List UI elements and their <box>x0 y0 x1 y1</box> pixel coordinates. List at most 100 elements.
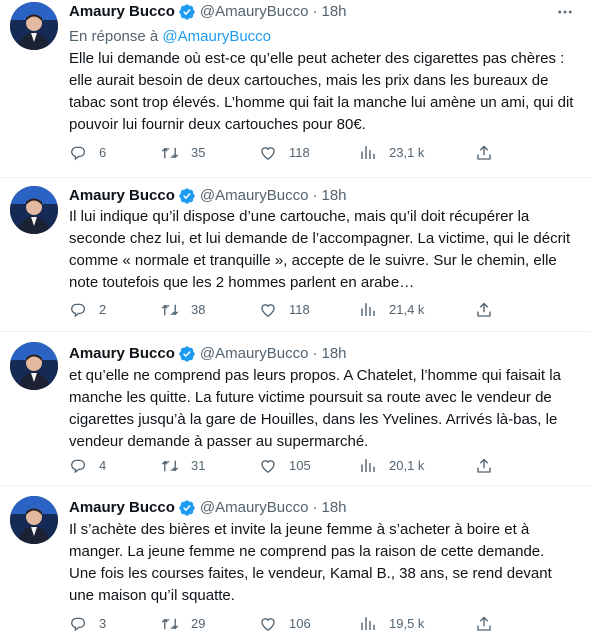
reply-button[interactable]: 3 <box>69 614 106 634</box>
author-name[interactable]: Amaury Bucco <box>69 2 175 22</box>
reply-count: 3 <box>99 616 107 631</box>
avatar[interactable] <box>10 342 58 390</box>
reply-prefix: En réponse à <box>69 28 163 45</box>
avatar[interactable] <box>10 2 58 50</box>
views-count: 23,1 k <box>389 145 425 160</box>
separator-dot: · <box>312 3 318 20</box>
views-icon <box>361 617 375 630</box>
author-handle[interactable]: @AmauryBucco <box>200 344 309 364</box>
tweet-actions: 2 38 118 21,4 k <box>69 300 499 320</box>
tweet[interactable]: Amaury Bucco @AmauryBucco · 18h Il s’ach… <box>0 486 591 642</box>
verified-badge-icon <box>178 187 196 205</box>
author-handle[interactable]: @AmauryBucco <box>200 498 309 518</box>
views-button[interactable]: 20,1 k <box>359 456 424 476</box>
like-button[interactable]: 118 <box>259 143 310 163</box>
author-name[interactable]: Amaury Bucco <box>69 498 175 518</box>
reply-mention-link[interactable]: @AmauryBucco <box>162 28 271 45</box>
like-button[interactable]: 105 <box>259 456 311 476</box>
reply-button[interactable]: 6 <box>69 143 106 163</box>
avatar[interactable] <box>10 496 58 544</box>
tweet-text: Il s’achète des bières et invite la jeun… <box>69 521 552 604</box>
author-handle[interactable]: @AmauryBucco <box>200 186 309 206</box>
timestamp[interactable]: 18h <box>321 186 346 206</box>
tweet-header: Amaury Bucco @AmauryBucco · 18h <box>69 344 575 364</box>
share-icon <box>477 145 491 160</box>
like-count: 105 <box>289 458 311 473</box>
retweet-button[interactable]: 35 <box>161 143 205 163</box>
views-count: 19,5 k <box>389 616 425 631</box>
like-button[interactable]: 118 <box>259 300 310 320</box>
reply-button[interactable]: 4 <box>69 456 106 476</box>
reply-icon <box>71 146 86 161</box>
tweet-text: Il lui indique qu’il dispose d’une carto… <box>69 208 571 291</box>
tweet-actions: 6 35 118 23,1 k <box>69 143 499 163</box>
tweet-header: Amaury Bucco @AmauryBucco · 18h <box>69 498 575 518</box>
retweet-count: 31 <box>191 458 206 473</box>
views-icon <box>361 459 375 472</box>
tweet[interactable]: Amaury Bucco @AmauryBucco · 18h et qu’el… <box>0 332 591 486</box>
retweet-count: 29 <box>191 616 206 631</box>
heart-icon <box>261 618 275 631</box>
views-count: 20,1 k <box>389 458 425 473</box>
views-button[interactable]: 19,5 k <box>359 614 424 634</box>
share-button[interactable] <box>475 614 493 634</box>
retweet-icon <box>161 618 179 630</box>
tweet-header: Amaury Bucco @AmauryBucco · 18h <box>69 186 575 206</box>
verified-badge-icon <box>178 345 196 363</box>
retweet-count: 38 <box>191 302 206 317</box>
tweet-actions: 4 31 105 20,1 k <box>69 456 499 476</box>
share-icon <box>477 616 491 631</box>
tweet-actions: 3 29 106 19,5 k <box>69 614 499 634</box>
tweet-text: Elle lui demande où est-ce qu’elle peut … <box>69 50 574 133</box>
retweet-icon <box>161 147 179 159</box>
reply-icon <box>71 303 86 318</box>
reply-count: 4 <box>99 458 107 473</box>
views-button[interactable]: 21,4 k <box>359 300 424 320</box>
reply-count: 6 <box>99 145 107 160</box>
views-count: 21,4 k <box>389 302 425 317</box>
separator-dot: · <box>312 499 318 516</box>
avatar[interactable] <box>10 186 58 234</box>
share-button[interactable] <box>475 300 493 320</box>
like-button[interactable]: 106 <box>259 614 311 634</box>
timestamp[interactable]: 18h <box>321 2 346 22</box>
tweet[interactable]: Amaury Bucco @AmauryBucco · 18h Il lui i… <box>0 178 591 332</box>
views-button[interactable]: 23,1 k <box>359 143 424 163</box>
tweet-header: Amaury Bucco @AmauryBucco · 18h <box>69 2 575 22</box>
separator-dot: · <box>312 345 318 362</box>
share-button[interactable] <box>475 143 493 163</box>
retweet-count: 35 <box>191 145 206 160</box>
heart-icon <box>261 460 275 473</box>
share-button[interactable] <box>475 456 493 476</box>
author-handle[interactable]: @AmauryBucco <box>200 2 309 22</box>
author-name[interactable]: Amaury Bucco <box>69 186 175 206</box>
like-count: 118 <box>289 302 310 317</box>
retweet-icon <box>161 460 179 472</box>
tweet[interactable]: Amaury Bucco @AmauryBucco · 18h En répon… <box>0 0 591 178</box>
tweet-text: et qu’elle ne comprend pas leurs propos.… <box>69 367 561 450</box>
timestamp[interactable]: 18h <box>321 498 346 518</box>
reply-icon <box>71 459 86 474</box>
timestamp[interactable]: 18h <box>321 344 346 364</box>
author-name[interactable]: Amaury Bucco <box>69 344 175 364</box>
verified-badge-icon <box>178 499 196 517</box>
more-options-icon[interactable] <box>555 2 575 22</box>
retweet-icon <box>161 304 179 316</box>
heart-icon <box>261 304 275 317</box>
heart-icon <box>261 147 275 160</box>
like-count: 106 <box>289 616 311 631</box>
views-icon <box>361 146 375 159</box>
retweet-button[interactable]: 38 <box>161 300 205 320</box>
retweet-button[interactable]: 29 <box>161 614 205 634</box>
share-icon <box>477 458 491 473</box>
retweet-button[interactable]: 31 <box>161 456 205 476</box>
reply-count: 2 <box>99 302 107 317</box>
separator-dot: · <box>312 187 318 204</box>
reply-context: En réponse à @AmauryBucco <box>69 27 271 47</box>
views-icon <box>361 303 375 316</box>
share-icon <box>477 302 491 317</box>
like-count: 118 <box>289 145 310 160</box>
reply-button[interactable]: 2 <box>69 300 106 320</box>
verified-badge-icon <box>178 3 196 21</box>
reply-icon <box>71 617 86 632</box>
